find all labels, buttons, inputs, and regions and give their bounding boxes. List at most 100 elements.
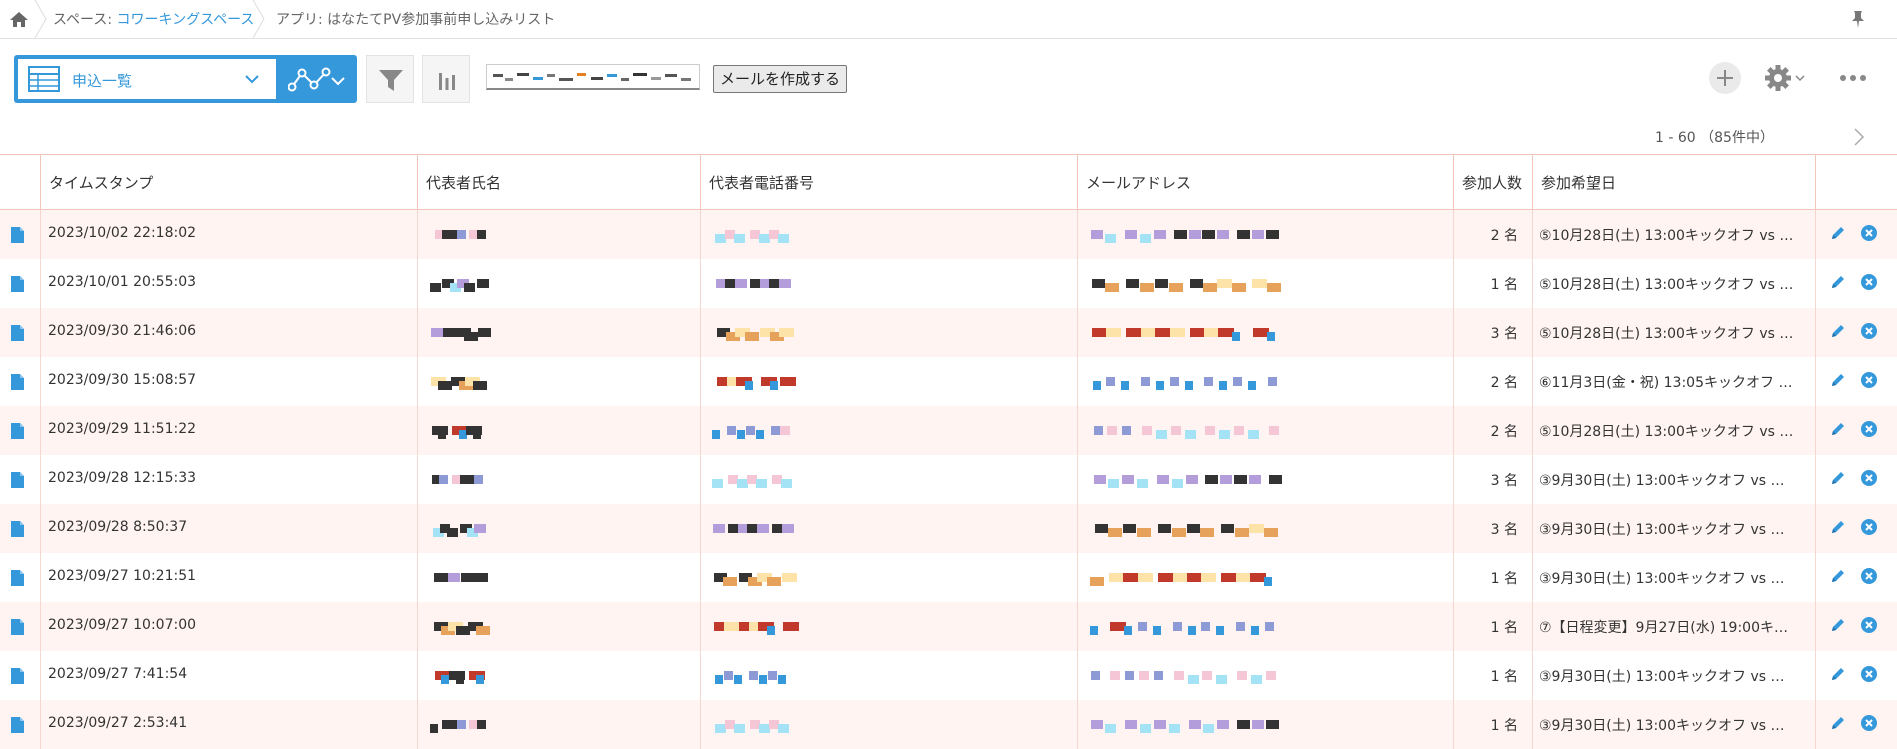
redacted-block: [473, 430, 481, 439]
participant-count: 3 名: [1490, 522, 1518, 538]
redacted-block: [1252, 279, 1267, 288]
pencil-icon[interactable]: [1829, 224, 1847, 242]
redacted-block: [1203, 283, 1217, 292]
redacted-block: [1172, 479, 1183, 488]
participant-count: 2 名: [1490, 424, 1518, 440]
delete-icon[interactable]: [1860, 420, 1878, 438]
redacted-block: [1137, 479, 1148, 488]
redacted-block: [1188, 675, 1199, 684]
document-icon[interactable]: [11, 668, 24, 684]
delete-icon[interactable]: [1860, 616, 1878, 634]
column-header-email[interactable]: メールアドレス: [1077, 155, 1453, 209]
redacted-block: [1203, 724, 1214, 733]
graph-button[interactable]: [422, 55, 470, 103]
view-dropdown[interactable]: 申込一覧: [18, 59, 276, 99]
column-header-count[interactable]: 参加人数: [1453, 155, 1532, 209]
delete-icon[interactable]: [1860, 567, 1878, 585]
redacted-block: [1173, 622, 1182, 631]
redacted-block: [1264, 528, 1278, 537]
breadcrumb-space-link[interactable]: コワーキングスペース: [117, 12, 255, 28]
redacted-block: [1205, 475, 1218, 484]
document-icon[interactable]: [11, 472, 24, 488]
redacted-block: [430, 283, 441, 292]
filter-button[interactable]: [366, 55, 414, 103]
participant-count: 1 名: [1490, 669, 1518, 685]
chevron-down-icon[interactable]: [330, 75, 346, 87]
pagination-range: 1 - 60: [1655, 130, 1696, 146]
document-icon[interactable]: [11, 227, 24, 243]
delete-icon[interactable]: [1860, 469, 1878, 487]
column-header-date[interactable]: 参加希望日: [1532, 155, 1815, 209]
redacted-block: [1105, 234, 1116, 243]
redacted-block: [783, 622, 799, 631]
column-header-phone[interactable]: 代表者電話番号: [700, 155, 1077, 209]
view-selector[interactable]: 申込一覧: [14, 55, 357, 103]
delete-icon[interactable]: [1860, 224, 1878, 242]
more-options-icon[interactable]: [1838, 70, 1868, 86]
chevron-right-icon[interactable]: [1852, 127, 1866, 147]
column-header-rep-name[interactable]: 代表者氏名: [417, 155, 700, 209]
redacted-block: [1235, 528, 1249, 537]
home-icon[interactable]: [6, 8, 32, 30]
pencil-icon[interactable]: [1829, 616, 1847, 634]
redacted-block: [1202, 230, 1215, 239]
document-icon[interactable]: [11, 717, 24, 733]
redacted-block: [1171, 426, 1181, 435]
delete-icon[interactable]: [1860, 322, 1878, 340]
redacted-block: [1121, 381, 1129, 390]
pencil-icon[interactable]: [1829, 665, 1847, 683]
create-mail-button[interactable]: メールを作成する: [713, 65, 848, 93]
gear-icon[interactable]: [1762, 62, 1808, 94]
redacted-block: [1204, 377, 1213, 386]
delete-icon[interactable]: [1860, 518, 1878, 536]
breadcrumb-app: アプリ: はなたてPV参加事前申し込みリスト: [276, 9, 555, 29]
redacted-block: [1092, 279, 1105, 288]
redacted-block: [1267, 332, 1275, 341]
pencil-icon[interactable]: [1829, 518, 1847, 536]
document-icon[interactable]: [11, 374, 24, 390]
redacted-block: [1221, 524, 1234, 533]
pencil-icon[interactable]: [1829, 322, 1847, 340]
redacted-block: [1248, 381, 1256, 390]
document-icon[interactable]: [11, 570, 24, 586]
pin-icon[interactable]: [1849, 9, 1867, 29]
pagination-info: 1 - 60 （85件中）: [1655, 127, 1774, 147]
breadcrumb-space-prefix: スペース:: [53, 12, 117, 28]
redacted-block: [1188, 626, 1196, 635]
pencil-icon[interactable]: [1829, 273, 1847, 291]
redacted-block: [1234, 475, 1247, 484]
document-icon[interactable]: [11, 423, 24, 439]
delete-icon[interactable]: [1860, 714, 1878, 732]
add-record-button[interactable]: [1709, 62, 1741, 94]
redacted-block: [749, 671, 758, 680]
pencil-icon[interactable]: [1829, 371, 1847, 389]
delete-icon[interactable]: [1860, 665, 1878, 683]
pencil-icon[interactable]: [1829, 469, 1847, 487]
pencil-icon[interactable]: [1829, 714, 1847, 732]
participant-count: 2 名: [1490, 375, 1518, 391]
document-icon[interactable]: [11, 521, 24, 537]
breadcrumb-space[interactable]: スペース: コワーキングスペース: [53, 9, 254, 29]
document-icon[interactable]: [11, 276, 24, 292]
redacted-block: [737, 430, 745, 439]
graph-view-icon[interactable]: [288, 67, 332, 93]
pencil-icon[interactable]: [1829, 420, 1847, 438]
redacted-block: [724, 622, 739, 631]
view-name: 申込一覧: [72, 72, 133, 90]
redacted-block: [1154, 720, 1166, 729]
column-header-timestamp[interactable]: タイムスタンプ: [40, 155, 417, 209]
document-icon[interactable]: [11, 619, 24, 635]
document-icon[interactable]: [11, 325, 24, 341]
cell-actions: [1815, 308, 1897, 357]
redacted-block: [1172, 528, 1186, 537]
redacted-block: [759, 675, 767, 684]
redacted-block: [1169, 724, 1180, 733]
redacted-block: [1125, 230, 1137, 239]
redacted-block: [757, 524, 769, 533]
redacted-block: [474, 524, 486, 533]
delete-icon[interactable]: [1860, 273, 1878, 291]
chevron-separator-icon: [252, 0, 265, 38]
pencil-icon[interactable]: [1829, 567, 1847, 585]
redacted-block: [1137, 528, 1151, 537]
delete-icon[interactable]: [1860, 371, 1878, 389]
